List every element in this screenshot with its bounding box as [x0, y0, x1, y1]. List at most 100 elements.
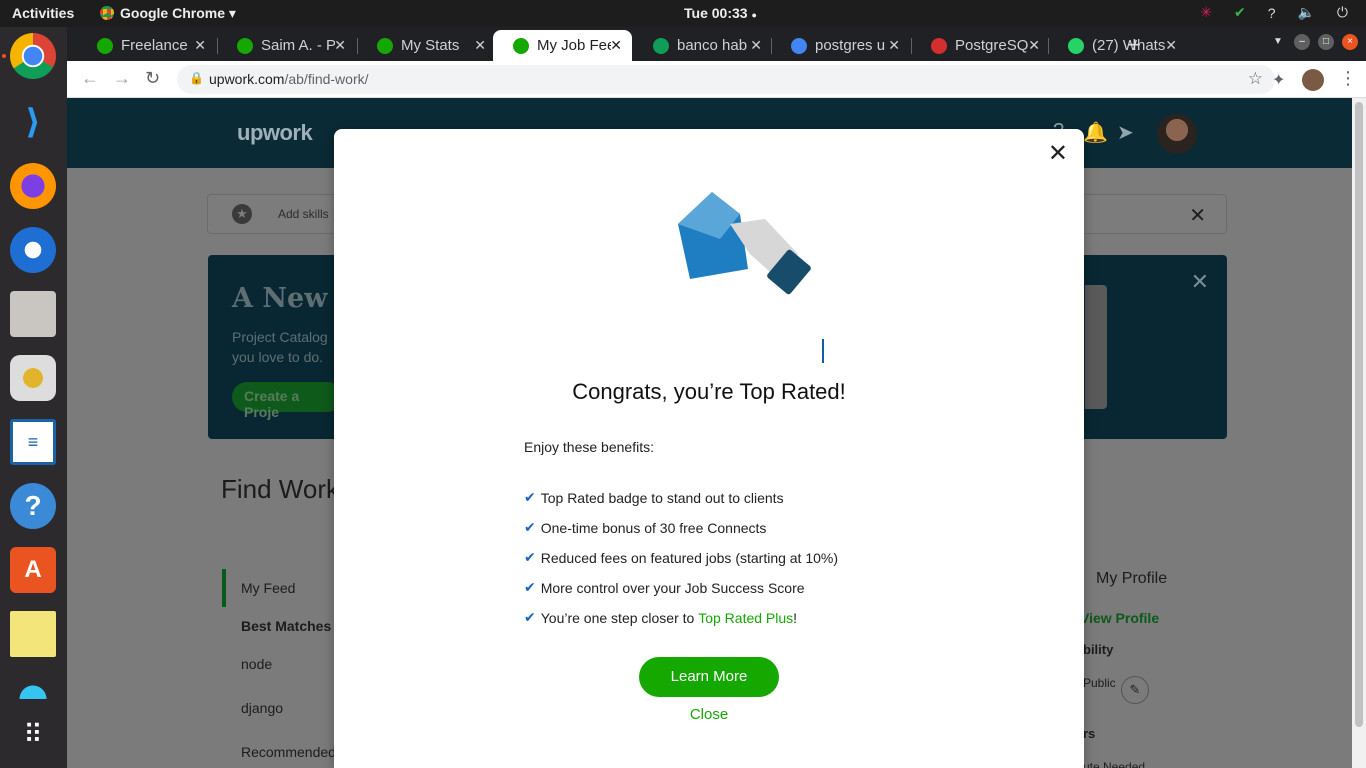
tab-close-icon[interactable]: ✕	[888, 37, 900, 54]
menu-icon[interactable]: ⋮	[1339, 68, 1357, 89]
help-icon[interactable]: ?	[1268, 5, 1276, 21]
tab-close-icon[interactable]: ✕	[194, 37, 206, 54]
tab-label: My Stats	[401, 37, 460, 54]
banner-subtitle: Project Catalog you love to do.	[232, 329, 328, 365]
upwork-icon	[97, 37, 113, 54]
help-dock-icon[interactable]: ?	[10, 483, 56, 529]
feed-item-my-feed[interactable]: My Feed	[241, 580, 295, 596]
reload-icon[interactable]: ↻	[145, 68, 160, 89]
tab-8[interactable]: (27) Whats ✕	[1048, 30, 1187, 61]
back-icon[interactable]: ←	[81, 68, 99, 89]
forward-icon[interactable]: →	[113, 68, 131, 89]
bookmark-star-icon[interactable]: ☆	[1248, 69, 1263, 89]
my-profile-heading: My Profile	[1096, 570, 1168, 587]
vpn-check-icon[interactable]: ✔	[1234, 4, 1246, 21]
minimize-button[interactable]: –	[1294, 34, 1310, 50]
benefit-item: ✔ Top Rated badge to stand out to clients	[524, 489, 784, 506]
close-link[interactable]: Close	[334, 706, 1084, 723]
upwork-icon	[513, 37, 529, 54]
tab-label: Freelance	[121, 37, 188, 54]
thunderbird-icon[interactable]	[10, 227, 56, 273]
tab-close-icon[interactable]: ✕	[334, 37, 346, 54]
tab-7[interactable]: PostgreSQ ✕	[911, 30, 1050, 61]
tab-search-icon[interactable]: ▼	[1270, 34, 1286, 50]
benefit-item: ✔ Reduced fees on featured jobs (starting…	[524, 549, 839, 566]
top-rated-modal: ✕ Congrats, you’re Top Rated! Enjoy thes…	[334, 129, 1084, 768]
tab-close-icon[interactable]: ✕	[610, 37, 622, 54]
tab-close-icon[interactable]: ✕	[474, 37, 486, 54]
banner-card	[1085, 285, 1107, 409]
app-name: Google Chrome	[120, 5, 226, 21]
clock[interactable]: Tue 00:33 ●	[684, 5, 757, 21]
notifications-icon[interactable]: 🔔	[1083, 120, 1108, 145]
upwork-icon	[237, 37, 253, 54]
slack-dock-icon[interactable]	[10, 675, 56, 699]
scrollbar-thumb[interactable]	[1355, 102, 1363, 727]
hours-label: rs	[1083, 726, 1096, 741]
feed-item-best-matches[interactable]: Best Matches	[241, 618, 331, 634]
benefit-item: ✔ One-time bonus of 30 free Connects	[524, 519, 767, 536]
lock-icon[interactable]: 🔒	[189, 71, 204, 85]
scrollbar[interactable]	[1352, 98, 1366, 768]
tab-close-icon[interactable]: ✕	[750, 37, 762, 54]
banner-close-icon[interactable]: ✕	[1191, 269, 1209, 295]
skills-close-icon[interactable]: ✕	[1189, 203, 1206, 228]
feed-active-indicator	[222, 569, 226, 607]
system-tray[interactable]: ✳ ✔ ? 🔈 ⏻	[1200, 4, 1348, 21]
view-profile-link[interactable]: View Profile	[1080, 610, 1159, 626]
profile-avatar[interactable]	[1302, 69, 1324, 91]
tab-label: postgres u	[815, 37, 886, 54]
firefox-icon[interactable]	[10, 163, 56, 209]
user-avatar[interactable]	[1157, 114, 1197, 154]
feed-item-recommended[interactable]: Recommended	[241, 744, 336, 760]
sheets-icon	[653, 37, 669, 54]
benefit-item: ✔ More control over your Job Success Scor…	[524, 579, 805, 596]
check-icon: ✔	[524, 489, 536, 505]
skills-text[interactable]: Add skills	[278, 207, 329, 221]
tab-6[interactable]: postgres u ✕	[771, 30, 910, 61]
address-bar[interactable]: 🔒 upwork.com/ab/find-work/ ☆	[177, 65, 1275, 94]
volume-icon[interactable]: 🔈	[1297, 4, 1314, 21]
close-window-button[interactable]: ×	[1342, 34, 1358, 50]
text-cursor	[822, 339, 824, 363]
edit-pencil-icon[interactable]: ✎	[1121, 676, 1149, 704]
vscode-icon[interactable]: ⟩	[10, 99, 56, 145]
tab-close-icon[interactable]: ✕	[1028, 37, 1040, 54]
top-rated-plus-link[interactable]: Top Rated Plus	[698, 610, 793, 626]
upwork-icon	[377, 37, 393, 54]
check-icon: ✔	[524, 579, 536, 595]
feed-item-django[interactable]: django	[241, 700, 283, 716]
active-indicator	[2, 54, 6, 58]
messages-icon[interactable]: ➤	[1117, 120, 1134, 145]
feed-item-node[interactable]: node	[241, 656, 272, 672]
show-apps-icon[interactable]: ⠿	[10, 711, 56, 757]
slack-tray-icon[interactable]: ✳	[1200, 4, 1212, 21]
benefit-item: ✔ You’re one step closer to Top Rated Plu…	[524, 609, 798, 626]
chrome-dock-icon[interactable]	[10, 33, 56, 79]
upwork-logo[interactable]: upwork	[237, 120, 313, 146]
modal-title: Congrats, you’re Top Rated!	[572, 379, 846, 404]
tab-label: My Job Fee	[537, 37, 611, 54]
window-controls: ▼ – □ ×	[1270, 34, 1358, 50]
modal-close-icon[interactable]: ✕	[1048, 139, 1068, 168]
tab-1[interactable]: Freelance ✕	[77, 30, 216, 61]
maximize-button[interactable]: □	[1318, 34, 1334, 50]
rhythmbox-icon[interactable]	[10, 355, 56, 401]
tab-5[interactable]: banco hab ✕	[633, 30, 772, 61]
activities-button[interactable]: Activities	[12, 5, 74, 21]
new-tab-button[interactable]: +	[1128, 32, 1141, 58]
tab-3[interactable]: My Stats ✕	[357, 30, 496, 61]
files-icon[interactable]	[10, 291, 56, 337]
tab-close-icon[interactable]: ✕	[1165, 37, 1177, 54]
extensions-icon[interactable]: ✦	[1272, 70, 1285, 90]
software-icon[interactable]: A	[10, 547, 56, 593]
power-icon[interactable]: ⏻	[1337, 4, 1348, 21]
app-menu[interactable]: Google Chrome ▾	[100, 5, 236, 22]
create-project-button[interactable]: Create a Proje	[232, 382, 342, 420]
check-icon: ✔	[524, 609, 536, 625]
notes-icon[interactable]	[10, 611, 56, 657]
learn-more-button[interactable]: Learn More	[639, 657, 779, 697]
tab-4[interactable]: My Job Fee ✕	[493, 30, 632, 61]
tab-2[interactable]: Saim A. - Py✕	[217, 30, 356, 61]
writer-icon[interactable]: ≡	[10, 419, 56, 465]
